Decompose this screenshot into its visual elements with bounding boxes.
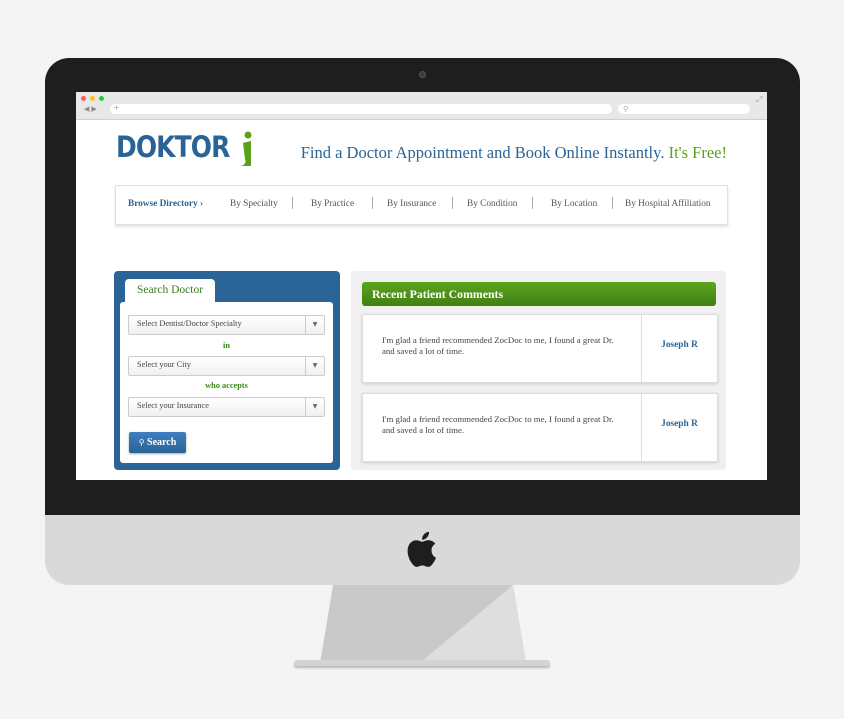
- monitor-base: [294, 660, 550, 666]
- comment-author[interactable]: Joseph R: [642, 340, 717, 350]
- specialty-select[interactable]: Select Dentist/Doctor Specialty ▼: [128, 315, 325, 335]
- close-window-button[interactable]: [81, 96, 86, 101]
- address-bar[interactable]: +: [110, 103, 612, 114]
- browser-nav-arrows-icon[interactable]: ◀▶: [84, 105, 99, 113]
- chevron-down-icon: ▼: [305, 398, 324, 416]
- nav-divider: [532, 197, 533, 209]
- site-tagline: Find a Doctor Appointment and Book Onlin…: [301, 143, 727, 163]
- insurance-select-value: Select your Insurance: [137, 401, 209, 410]
- apple-logo-icon: [407, 531, 436, 567]
- browse-directory-link[interactable]: Browse Directory ›: [128, 199, 203, 209]
- search-icon: ⚲: [623, 105, 629, 113]
- search-doctor-panel: Search Doctor Select Dentist/Doctor Spec…: [114, 271, 340, 470]
- connector-who-accepts: who accepts: [205, 381, 248, 390]
- insurance-select[interactable]: Select your Insurance ▼: [128, 397, 325, 417]
- nav-divider: [612, 197, 613, 209]
- nav-by-location[interactable]: By Location: [551, 199, 597, 209]
- chevron-down-icon: ▼: [305, 316, 324, 334]
- recent-comments-panel: Recent Patient Comments I'm glad a frien…: [351, 271, 726, 470]
- search-form: Select Dentist/Doctor Specialty ▼ in Sel…: [120, 302, 333, 463]
- chevron-right-icon: ›: [199, 199, 204, 209]
- minimize-window-button[interactable]: [90, 96, 95, 101]
- tagline-main: Find a Doctor Appointment and Book Onlin…: [300, 143, 665, 162]
- search-doctor-tab[interactable]: Search Doctor: [125, 279, 215, 302]
- nav-divider: [372, 197, 373, 209]
- directory-nav: Browse Directory › By Specialty By Pract…: [115, 185, 728, 225]
- browse-directory-label: Browse Directory: [128, 199, 198, 209]
- screen: ◀▶ + ⚲ ⤢ DOKTOR Find a Doctor Appointmen…: [76, 92, 767, 480]
- nav-divider: [452, 197, 453, 209]
- search-button-label: Search: [147, 437, 177, 448]
- city-select-value: Select your City: [137, 360, 191, 369]
- browser-toolbar: ◀▶ + ⚲ ⤢: [76, 92, 767, 120]
- comment-text: I'm glad a friend recommended ZocDoc to …: [382, 414, 614, 435]
- nav-by-insurance[interactable]: By Insurance: [387, 199, 436, 209]
- search-icon: ⚲: [138, 438, 145, 447]
- browser-search-bar[interactable]: ⚲: [618, 104, 750, 114]
- search-button[interactable]: ⚲ Search: [129, 432, 186, 453]
- comment-card: I'm glad a friend recommended ZocDoc to …: [362, 393, 718, 462]
- comments-header: Recent Patient Comments: [362, 282, 716, 306]
- comment-card: I'm glad a friend recommended ZocDoc to …: [362, 314, 718, 383]
- nav-by-hospital-affiliation[interactable]: By Hospital Affiliation: [625, 199, 711, 209]
- camera: [419, 71, 426, 78]
- connector-in: in: [223, 341, 230, 350]
- comment-text: I'm glad a friend recommended ZocDoc to …: [382, 335, 614, 356]
- nav-by-condition[interactable]: By Condition: [467, 199, 517, 209]
- nav-divider: [292, 197, 293, 209]
- url-plus-icon: +: [113, 103, 120, 112]
- maximize-window-button[interactable]: [99, 96, 104, 101]
- monitor-stand: [320, 585, 526, 663]
- logo-i-icon: [241, 131, 252, 166]
- fullscreen-icon[interactable]: ⤢: [756, 95, 762, 105]
- nav-by-practice[interactable]: By Practice: [311, 199, 354, 209]
- logo-text: DOKTOR: [116, 130, 230, 164]
- nav-by-specialty[interactable]: By Specialty: [230, 199, 278, 209]
- site-logo[interactable]: DOKTOR: [116, 130, 252, 170]
- city-select[interactable]: Select your City ▼: [128, 356, 325, 376]
- specialty-select-value: Select Dentist/Doctor Specialty: [137, 319, 242, 328]
- comment-author[interactable]: Joseph R: [642, 419, 717, 429]
- tagline-free: It's Free!: [668, 143, 727, 162]
- chevron-down-icon: ▼: [305, 357, 324, 375]
